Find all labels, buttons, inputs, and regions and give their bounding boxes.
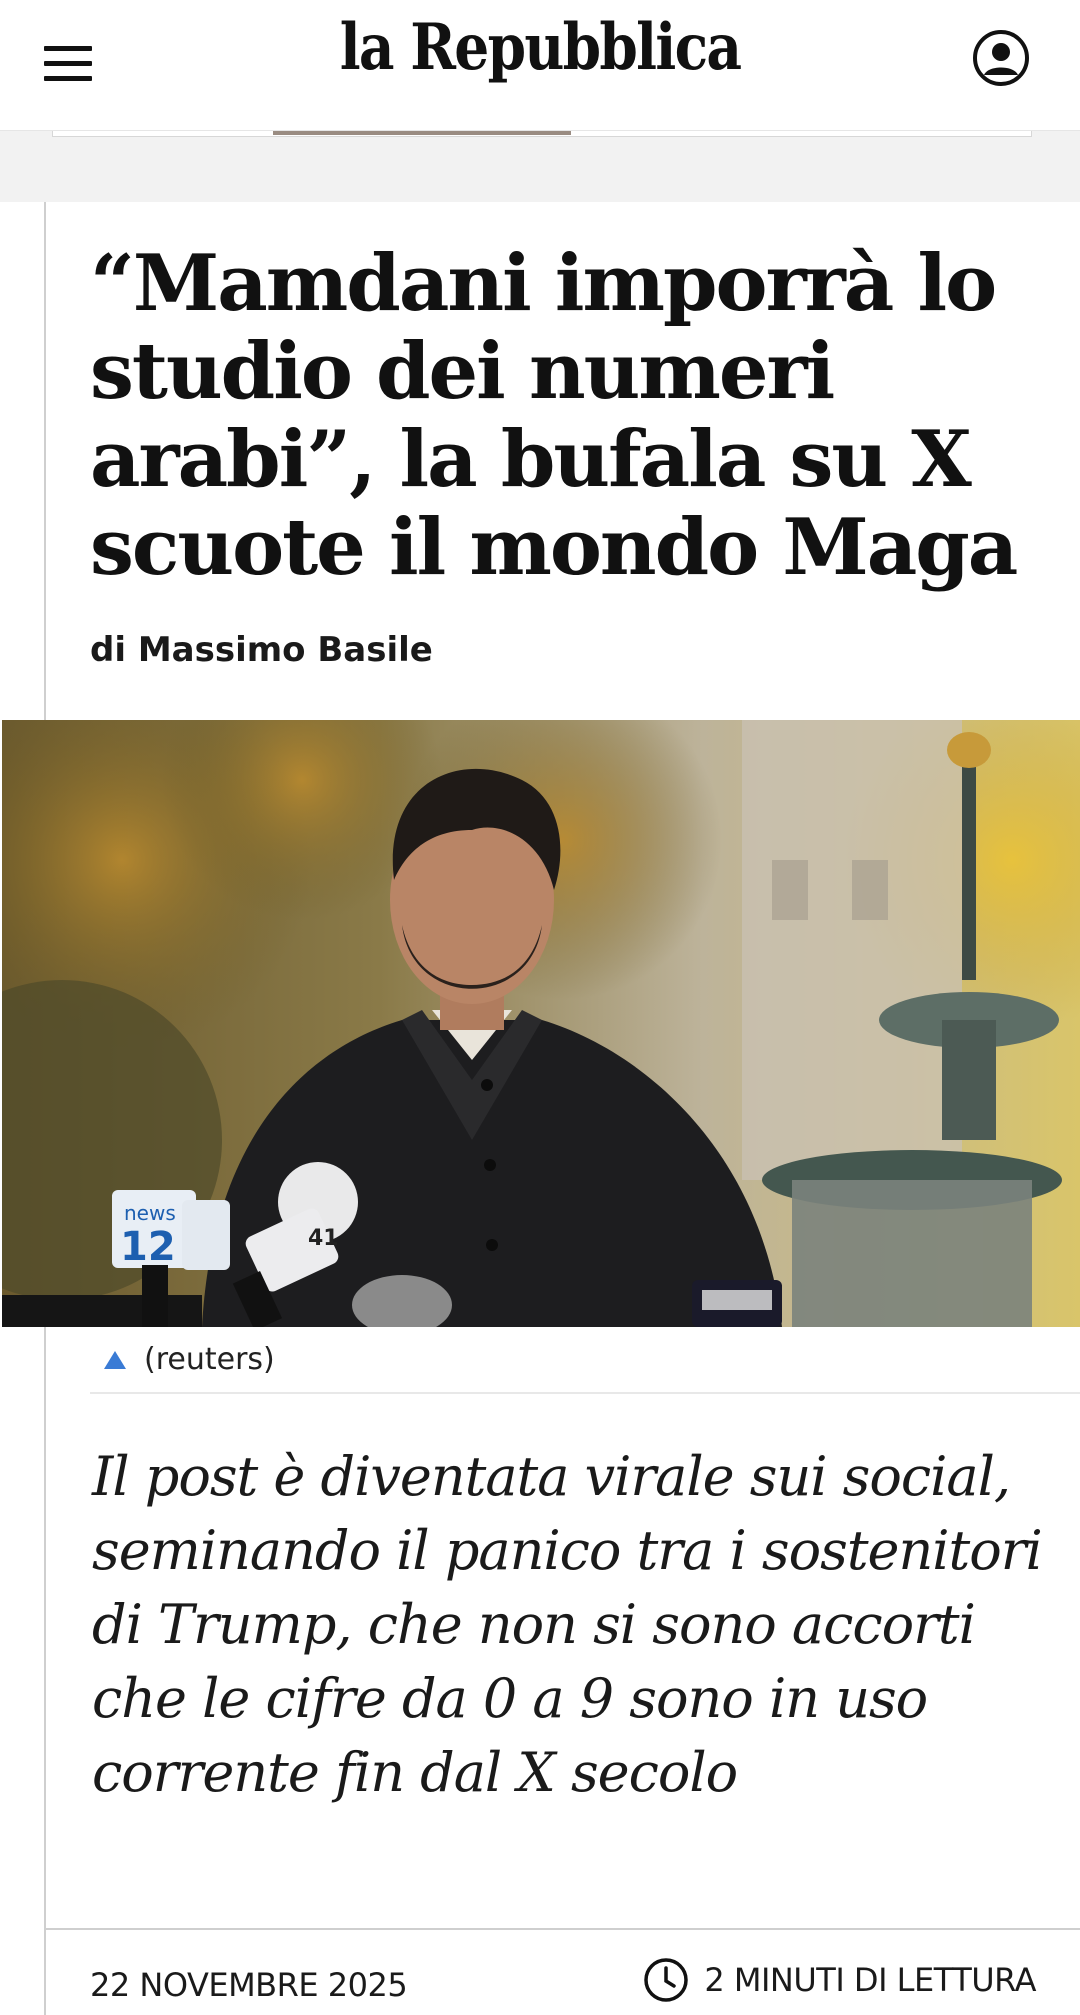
caption-triangle-icon (104, 1350, 126, 1369)
photo-caption: (reuters) (144, 1342, 275, 1377)
related-strip (0, 131, 1080, 202)
mic-label: 12 (120, 1224, 176, 1270)
read-time: 2 MINUTI DI LETTURA (642, 1956, 1036, 2004)
user-account-icon[interactable] (972, 29, 1030, 87)
article-summary: Il post è diventata virale sui social, s… (92, 1445, 1043, 1804)
article-headline: “Mamdani imporrà lo studio dei numeri ar… (90, 238, 1018, 593)
site-logo[interactable]: la Repubblica (76, 10, 1005, 85)
clock-icon (644, 1958, 689, 2002)
caption-divider (90, 1392, 1080, 1394)
top-bar: la Repubblica (0, 0, 1080, 131)
read-time-label: 2 MINUTI DI LETTURA (704, 1961, 1036, 1999)
related-card[interactable] (52, 131, 1032, 137)
photo-caption-toggle[interactable]: (reuters) (104, 1342, 275, 1377)
article-photo[interactable]: news 12 41 (2, 720, 1080, 1327)
meta-divider (44, 1928, 1080, 1930)
article-byline[interactable]: di Massimo Basile (90, 630, 433, 670)
related-card-image (273, 131, 571, 135)
article-date: 22 NOVEMBRE 2025 (90, 1966, 408, 2004)
mic-label: 41 (308, 1226, 339, 1251)
mic-label: news (124, 1201, 176, 1225)
